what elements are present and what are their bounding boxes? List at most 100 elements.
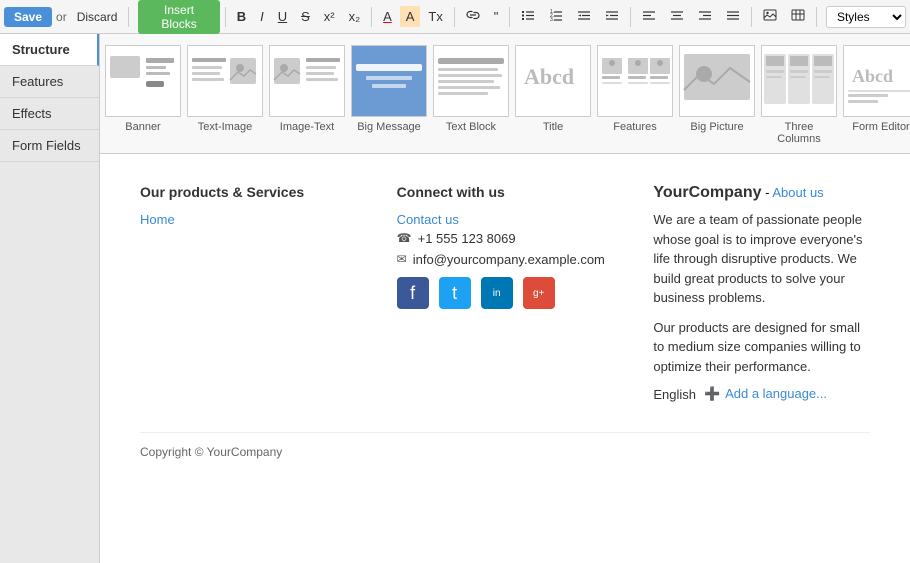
- list-ul-icon: [521, 8, 535, 22]
- align-left-button[interactable]: [636, 5, 662, 29]
- block-thumb-form-editor[interactable]: Abcd Form Editor: [842, 40, 910, 138]
- footer-email: ✉ info@yourcompany.example.com: [397, 252, 614, 267]
- font-color-button[interactable]: A: [377, 6, 398, 28]
- image-icon: [763, 8, 777, 22]
- footer-desc2: Our products are designed for small to m…: [653, 318, 870, 377]
- link-icon: [466, 8, 480, 22]
- subscript-button[interactable]: x₂: [343, 6, 367, 28]
- svg-text:Abcd: Abcd: [524, 64, 574, 89]
- google-plus-icon[interactable]: g+: [523, 277, 555, 309]
- align-right-icon: [698, 8, 712, 22]
- clear-format-button[interactable]: Tx: [422, 6, 448, 28]
- add-lang-text: Add a language...: [725, 386, 827, 401]
- footer-desc1: We are a team of passionate people whose…: [653, 210, 870, 308]
- footer-col1-heading: Our products & Services: [140, 184, 357, 200]
- block-thumb-features[interactable]: Features: [596, 40, 674, 138]
- phone-icon: ☎: [397, 231, 412, 245]
- list-ol-icon: 1. 2. 3.: [549, 8, 563, 22]
- sep-6: [630, 7, 631, 27]
- sep-5: [509, 7, 510, 27]
- footer-company-header: YourCompany - About us: [653, 184, 870, 202]
- italic-button[interactable]: I: [254, 6, 270, 28]
- block-thumb-text-image[interactable]: Text-Image: [186, 40, 264, 138]
- block-form-editor-label: Form Editor: [852, 121, 909, 133]
- align-center-button[interactable]: [664, 5, 690, 29]
- toolbar: Save or Discard Insert Blocks B I U S x²…: [0, 0, 910, 34]
- table-insert-button[interactable]: [785, 5, 811, 29]
- sidebar-item-form-fields[interactable]: Form Fields: [0, 130, 99, 162]
- outdent-icon: [577, 8, 591, 22]
- block-thumb-three-columns[interactable]: Three Columns: [760, 40, 838, 150]
- svg-text:3.: 3.: [550, 17, 554, 22]
- align-justify-icon: [726, 8, 740, 22]
- sidebar-item-structure[interactable]: Structure: [0, 34, 99, 66]
- linkedin-icon[interactable]: in: [481, 277, 513, 309]
- footer-col1-link-home[interactable]: Home: [140, 212, 357, 227]
- styles-select[interactable]: Styles: [826, 6, 906, 28]
- sidebar-item-effects[interactable]: Effects: [0, 98, 99, 130]
- footer-phone-number: +1 555 123 8069: [418, 231, 516, 246]
- add-language-link[interactable]: ➕ Add a language...: [704, 386, 827, 402]
- sidebar-item-features[interactable]: Features: [0, 66, 99, 98]
- underline-button[interactable]: U: [272, 6, 293, 28]
- block-thumb-image-text[interactable]: Image-Text: [268, 40, 346, 138]
- outdent-button[interactable]: [571, 5, 597, 29]
- block-thumb-banner[interactable]: Banner: [104, 40, 182, 138]
- svg-text:Abcd: Abcd: [852, 66, 893, 86]
- insert-blocks-button[interactable]: Insert Blocks: [138, 0, 220, 34]
- footer-col-products: Our products & Services Home: [140, 184, 357, 402]
- list-ol-button[interactable]: 1. 2. 3.: [543, 5, 569, 29]
- discard-button[interactable]: Discard: [71, 7, 124, 27]
- image-insert-button[interactable]: [757, 5, 783, 29]
- lang-section: English ➕ Add a language...: [653, 386, 870, 402]
- block-image-text-label: Image-Text: [280, 121, 334, 133]
- quote-button[interactable]: ": [488, 6, 505, 28]
- block-big-picture-label: Big Picture: [690, 121, 743, 133]
- block-banner-label: Banner: [125, 121, 160, 133]
- footer-company-name: YourCompany: [653, 184, 761, 201]
- indent-button[interactable]: [599, 5, 625, 29]
- block-three-columns-label: Three Columns: [765, 121, 833, 145]
- block-big-message-label: Big Message: [357, 121, 421, 133]
- email-icon: ✉: [397, 252, 407, 266]
- footer-about-link[interactable]: About us: [772, 185, 823, 200]
- list-ul-button[interactable]: [515, 5, 541, 29]
- block-thumb-big-picture[interactable]: Big Picture: [678, 40, 756, 138]
- table-icon: [791, 8, 805, 22]
- align-center-icon: [670, 8, 684, 22]
- align-justify-button[interactable]: [720, 5, 746, 29]
- facebook-icon[interactable]: f: [397, 277, 429, 309]
- lang-label: English: [653, 387, 696, 402]
- align-left-icon: [642, 8, 656, 22]
- bg-color-button[interactable]: A: [400, 6, 421, 28]
- footer-col2-heading: Connect with us: [397, 184, 614, 200]
- copyright-text: Copyright © YourCompany: [140, 432, 870, 459]
- block-thumb-title[interactable]: Abcd Title: [514, 40, 592, 138]
- align-right-button[interactable]: [692, 5, 718, 29]
- superscript-button[interactable]: x²: [318, 6, 341, 28]
- sidebar: Structure Features Effects Form Fields: [0, 34, 100, 563]
- save-button[interactable]: Save: [4, 7, 52, 27]
- block-text-image-label: Text-Image: [198, 121, 252, 133]
- footer-contact-us-link[interactable]: Contact us: [397, 212, 614, 227]
- indent-icon: [605, 8, 619, 22]
- footer-phone: ☎ +1 555 123 8069: [397, 231, 614, 246]
- block-thumb-big-message[interactable]: Big Message: [350, 40, 428, 138]
- sep-2: [225, 7, 226, 27]
- block-thumb-text-block[interactable]: Text Block: [432, 40, 510, 138]
- twitter-icon[interactable]: t: [439, 277, 471, 309]
- sep-4: [454, 7, 455, 27]
- sep-7: [751, 7, 752, 27]
- sep-8: [816, 7, 817, 27]
- footer-email-address: info@yourcompany.example.com: [413, 252, 605, 267]
- sep-3: [371, 7, 372, 27]
- sep-1: [128, 7, 129, 27]
- block-title-label: Title: [543, 121, 563, 133]
- link-button[interactable]: [460, 5, 486, 29]
- social-icons: f t in g+: [397, 277, 614, 309]
- bold-button[interactable]: B: [231, 6, 252, 28]
- strikethrough-button[interactable]: S: [295, 6, 316, 28]
- add-lang-icon: ➕: [704, 386, 720, 401]
- footer-columns: Our products & Services Home Connect wit…: [140, 184, 870, 402]
- footer-section: Our products & Services Home Connect wit…: [100, 154, 910, 489]
